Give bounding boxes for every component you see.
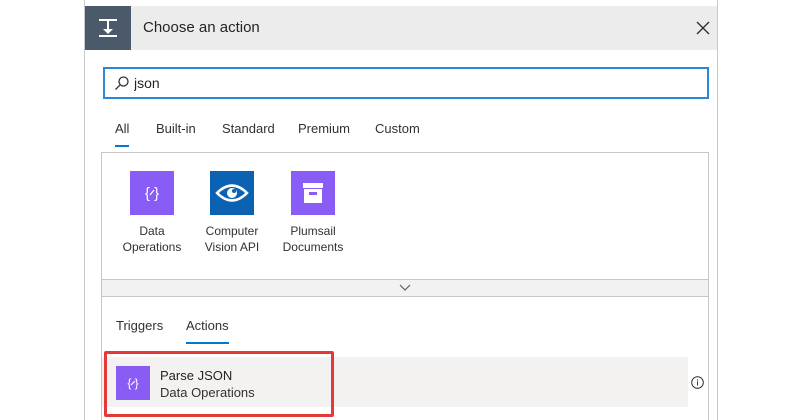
tab-custom[interactable]: Custom [375, 121, 420, 136]
close-button[interactable] [691, 16, 715, 40]
chevron-down-icon [399, 284, 411, 291]
action-parse-json[interactable]: { } Parse JSON Data Operations [102, 357, 688, 407]
connector-computer-vision-api[interactable]: Computer Vision API [194, 171, 270, 255]
connector-data-operations[interactable]: { } Data Operations [114, 171, 190, 255]
info-icon[interactable] [691, 376, 704, 389]
action-subtitle: Data Operations [160, 385, 255, 400]
search-box[interactable] [103, 67, 709, 99]
connector-label: Computer Vision API [204, 224, 260, 254]
tab-standard[interactable]: Standard [222, 121, 275, 136]
data-operations-icon: { } [116, 366, 150, 400]
panel-title: Choose an action [143, 19, 260, 36]
connector-label: Plumsail Documents [282, 224, 344, 254]
file-cabinet-icon [291, 171, 335, 215]
search-input[interactable] [134, 75, 694, 91]
eye-icon [210, 171, 254, 215]
action-title: Parse JSON [160, 368, 233, 383]
connector-grid: { } DataOperations ComputerVision API [101, 152, 709, 279]
tab-premium[interactable]: Premium [298, 121, 350, 136]
close-icon [696, 21, 710, 35]
connector-label: Data Operations [122, 224, 182, 254]
connector-plumsail-documents[interactable]: Plumsail Documents [275, 171, 351, 255]
svg-text:{ }: { } [145, 185, 159, 202]
tab-triggers[interactable]: Triggers [116, 318, 163, 333]
flow-step-icon [85, 6, 131, 50]
choose-action-panel: Choose an action All Built-in Standard P… [84, 0, 718, 420]
expand-connectors-bar[interactable] [101, 279, 709, 297]
tab-all[interactable]: All [115, 121, 130, 147]
search-icon [114, 75, 130, 91]
tab-actions[interactable]: Actions [186, 318, 229, 344]
tab-built-in[interactable]: Built-in [156, 121, 196, 136]
data-operations-icon: { } [130, 171, 174, 215]
results-section: Triggers Actions { } Parse JSON Data Ope… [101, 297, 709, 420]
panel-header: Choose an action [85, 6, 717, 50]
